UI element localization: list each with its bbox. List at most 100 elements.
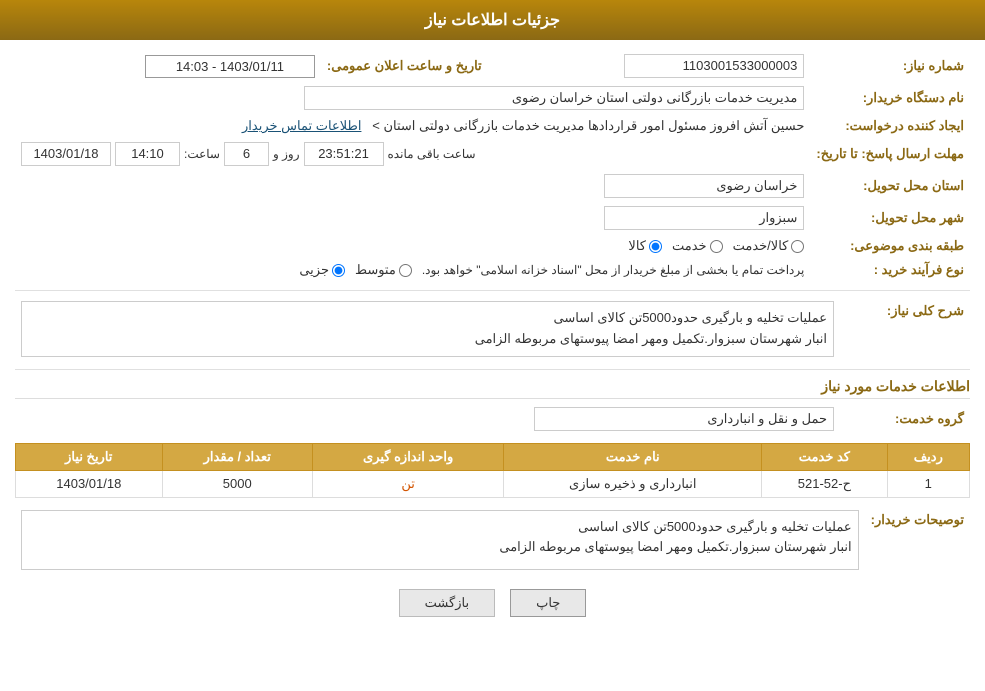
divider-2 <box>15 369 970 370</box>
general-desc-value: عملیات تخلیه و بارگیری حدود5000تن کالای … <box>15 297 840 361</box>
category-radio-khidmat[interactable] <box>710 240 723 253</box>
service-group-value: حمل و نقل و انبارداری <box>15 403 840 435</box>
requester-text: حسین آتش افروز مسئول امور قراردادها مدیر… <box>372 118 804 133</box>
category-kala: کالا <box>628 238 662 254</box>
col-date: تاریخ نیاز <box>16 443 163 470</box>
services-table-head: ردیف کد خدمت نام خدمت واحد اندازه گیری ت… <box>16 443 970 470</box>
general-desc-table: شرح کلی نیاز: عملیات تخلیه و بارگیری حدو… <box>15 297 970 361</box>
buyer-org-value: مدیریت خدمات بازرگانی دولتی استان خراسان… <box>15 82 810 114</box>
info-table: شماره نیاز: 1103001533000003 تاریخ و ساع… <box>15 50 970 282</box>
row-general-desc: شرح کلی نیاز: عملیات تخلیه و بارگیری حدو… <box>15 297 970 361</box>
row-deadline: مهلت ارسال پاسخ: تا تاریخ: ساعت باقی مان… <box>15 138 970 170</box>
need-number-input: 1103001533000003 <box>624 54 804 78</box>
requester-label: ایجاد کننده درخواست: <box>810 114 970 138</box>
col-service-name: نام خدمت <box>504 443 762 470</box>
deadline-days-label: روز و <box>273 147 300 161</box>
city-value: سبزوار <box>15 202 810 234</box>
category-label: طبقه بندی موضوعی: <box>810 234 970 258</box>
deadline-label: مهلت ارسال پاسخ: تا تاریخ: <box>810 138 970 170</box>
cell-row-num: 1 <box>887 470 969 497</box>
print-button[interactable]: چاپ <box>510 589 586 617</box>
table-row: 1 ح-52-521 انبارداری و ذخیره سازی تن 500… <box>16 470 970 497</box>
cell-date: 1403/01/18 <box>16 470 163 497</box>
purchase-type-partial-label: جزیی <box>299 262 329 278</box>
city-label: شهر محل تحویل: <box>810 202 970 234</box>
need-number-label: شماره نیاز: <box>810 50 970 82</box>
purchase-type-note: پرداخت تمام یا بخشی از مبلغ خریدار از مح… <box>422 263 805 277</box>
col-service-code: کد خدمت <box>762 443 887 470</box>
services-table-header-row: ردیف کد خدمت نام خدمت واحد اندازه گیری ت… <box>16 443 970 470</box>
purchase-type-radio-partial[interactable] <box>332 264 345 277</box>
buyer-desc-line1: عملیات تخلیه و بارگیری حدود5000تن کالای … <box>28 517 852 538</box>
main-content: شماره نیاز: 1103001533000003 تاریخ و ساع… <box>0 40 985 637</box>
purchase-type-medium-label: متوسط <box>355 262 396 278</box>
general-desc-line2: انبار شهرستان سبزوار.تکمیل ومهر امضا پیو… <box>28 329 827 350</box>
deadline-datetime-row: ساعت باقی مانده 23:51:21 روز و 6 ساعت: 1… <box>21 142 804 166</box>
page-title: جزئیات اطلاعات نیاز <box>425 12 560 29</box>
need-number-value: 1103001533000003 <box>488 50 811 82</box>
cell-unit: تن <box>312 470 503 497</box>
col-quantity: تعداد / مقدار <box>162 443 312 470</box>
deadline-remaining-label: ساعت باقی مانده <box>388 147 476 161</box>
purchase-type-radio-medium[interactable] <box>399 264 412 277</box>
service-group-input: حمل و نقل و انبارداری <box>534 407 834 431</box>
requester-value: حسین آتش افروز مسئول امور قراردادها مدیر… <box>15 114 810 138</box>
deadline-days-input: 6 <box>224 142 269 166</box>
category-khidmat: خدمت <box>672 238 723 254</box>
col-unit: واحد اندازه گیری <box>312 443 503 470</box>
col-row-num: ردیف <box>887 443 969 470</box>
general-desc-line1: عملیات تخلیه و بارگیری حدود5000تن کالای … <box>28 308 827 329</box>
buyer-org-label: نام دستگاه خریدار: <box>810 82 970 114</box>
divider-1 <box>15 290 970 291</box>
row-province: استان محل تحویل: خراسان رضوی <box>15 170 970 202</box>
row-service-group: گروه خدمت: حمل و نقل و انبارداری <box>15 403 970 435</box>
purchase-type-partial: جزیی <box>299 262 345 278</box>
pub-date-value: 1403/01/11 - 14:03 <box>15 50 321 82</box>
row-city: شهر محل تحویل: سبزوار <box>15 202 970 234</box>
deadline-remaining-input: 23:51:21 <box>304 142 384 166</box>
cell-quantity: 5000 <box>162 470 312 497</box>
category-radio-group: کالا/خدمت خدمت کالا <box>15 234 810 258</box>
services-table-body: 1 ح-52-521 انبارداری و ذخیره سازی تن 500… <box>16 470 970 497</box>
deadline-time-input: 14:10 <box>115 142 180 166</box>
back-button[interactable]: بازگشت <box>399 589 495 617</box>
button-row: چاپ بازگشت <box>15 589 970 617</box>
row-buyer-desc: توصیحات خریدار: عملیات تخلیه و بارگیری ح… <box>15 506 970 574</box>
buyer-desc-value: عملیات تخلیه و بارگیری حدود5000تن کالای … <box>15 506 865 574</box>
cell-service-code: ح-52-521 <box>762 470 887 497</box>
province-value: خراسان رضوی <box>15 170 810 202</box>
pub-date-input: 1403/01/11 - 14:03 <box>145 55 315 78</box>
buyer-desc-label: توصیحات خریدار: <box>865 506 970 574</box>
buyer-desc-box: عملیات تخلیه و بارگیری حدود5000تن کالای … <box>21 510 859 570</box>
service-info-title: اطلاعات خدمات مورد نیاز <box>15 378 970 399</box>
page-header: جزئیات اطلاعات نیاز <box>0 0 985 40</box>
pub-date-label: تاریخ و ساعت اعلان عمومی: <box>321 50 488 82</box>
general-desc-label: شرح کلی نیاز: <box>840 297 970 361</box>
row-need-number: شماره نیاز: 1103001533000003 تاریخ و ساع… <box>15 50 970 82</box>
category-kala-khidmat-label: کالا/خدمت <box>733 238 789 254</box>
row-buyer-org: نام دستگاه خریدار: مدیریت خدمات بازرگانی… <box>15 82 970 114</box>
category-kala-label: کالا <box>628 238 646 254</box>
service-group-table: گروه خدمت: حمل و نقل و انبارداری <box>15 403 970 435</box>
row-purchase-type: نوع فرآیند خرید : پرداخت تمام یا بخشی از… <box>15 258 970 282</box>
buyer-desc-line2: انبار شهرستان سبزوار.تکمیل ومهر امضا پیو… <box>28 537 852 558</box>
category-khidmat-label: خدمت <box>672 238 707 254</box>
purchase-type-options: پرداخت تمام یا بخشی از مبلغ خریدار از مح… <box>21 262 804 278</box>
deadline-time-label: ساعت: <box>184 147 220 161</box>
deadline-value: ساعت باقی مانده 23:51:21 روز و 6 ساعت: 1… <box>15 138 810 170</box>
category-radio-kala-khidmat[interactable] <box>791 240 804 253</box>
category-radio-kala[interactable] <box>649 240 662 253</box>
category-options: کالا/خدمت خدمت کالا <box>21 238 804 254</box>
province-label: استان محل تحویل: <box>810 170 970 202</box>
row-requester: ایجاد کننده درخواست: حسین آتش افروز مسئو… <box>15 114 970 138</box>
purchase-type-medium: متوسط <box>355 262 412 278</box>
cell-service-name: انبارداری و ذخیره سازی <box>504 470 762 497</box>
deadline-date-input: 1403/01/18 <box>21 142 111 166</box>
buyer-org-input: مدیریت خدمات بازرگانی دولتی استان خراسان… <box>304 86 804 110</box>
city-input: سبزوار <box>604 206 804 230</box>
service-group-label: گروه خدمت: <box>840 403 970 435</box>
category-kala-khidmat: کالا/خدمت <box>733 238 805 254</box>
contact-link[interactable]: اطلاعات تماس خریدار <box>242 118 361 133</box>
services-table: ردیف کد خدمت نام خدمت واحد اندازه گیری ت… <box>15 443 970 498</box>
purchase-type-label: نوع فرآیند خرید : <box>810 258 970 282</box>
